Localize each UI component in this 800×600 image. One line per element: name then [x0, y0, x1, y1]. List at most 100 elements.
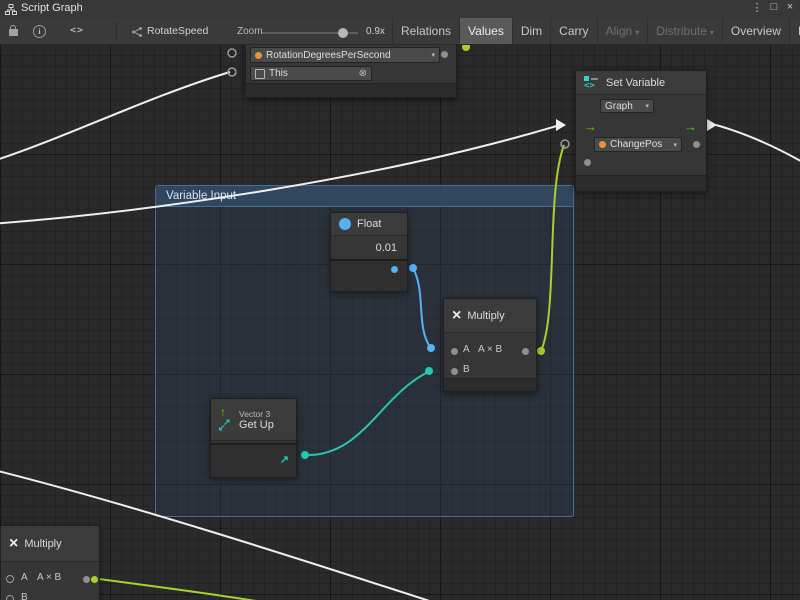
- node-title: Multiply: [24, 538, 61, 550]
- port-ring[interactable]: [228, 49, 236, 57]
- node-title: Get Up: [239, 419, 274, 431]
- maximize-icon[interactable]: □: [767, 1, 781, 13]
- node-float[interactable]: Float 0.01: [330, 212, 408, 260]
- flow-in-arrow-icon[interactable]: →: [584, 120, 597, 133]
- distribute-button[interactable]: Distribute▾: [647, 18, 722, 44]
- close-icon[interactable]: ×: [783, 1, 797, 13]
- value-port-dot: [599, 141, 606, 148]
- node-multiply-2[interactable]: × Multiply A A × B B: [0, 525, 100, 600]
- port-dot[interactable]: [522, 348, 529, 355]
- dim-button[interactable]: Dim: [512, 18, 550, 44]
- port-dot[interactable]: [584, 159, 591, 166]
- vector-output-icon[interactable]: ↗: [280, 453, 289, 466]
- value-port-dot: [255, 52, 262, 59]
- unity-visual-scripting-window: Script Graph ⋮ □ × i <> RotateSpeed Zoom…: [0, 0, 800, 600]
- lock-icon[interactable]: [9, 29, 18, 36]
- port-dot[interactable]: [693, 141, 700, 148]
- fullscreen-button[interactable]: Full Screen: [789, 18, 800, 44]
- float-output-strip[interactable]: [330, 260, 408, 292]
- port-dot[interactable]: [425, 367, 433, 375]
- wire-to-this-port[interactable]: [0, 72, 230, 162]
- port-dot[interactable]: [83, 576, 90, 583]
- wire-multiply2-out[interactable]: [92, 578, 262, 600]
- cube-icon: [255, 69, 265, 79]
- chevron-down-icon: ▾: [431, 51, 435, 59]
- wire-flow-out[interactable]: [716, 125, 800, 164]
- node-get-up[interactable]: ↑ ↗ ↗ Vector 3 Get Up: [210, 398, 297, 444]
- align-button[interactable]: Align▾: [597, 18, 648, 44]
- flow-out-arrow-icon[interactable]: →: [684, 120, 697, 133]
- port-dot[interactable]: [409, 264, 417, 272]
- node-title: Multiply: [467, 310, 504, 322]
- clear-icon[interactable]: ⊗: [359, 68, 367, 79]
- diag-arrow-icon: ↗: [218, 422, 226, 433]
- graph-canvas[interactable]: Variable Input: [0, 44, 800, 600]
- relations-button[interactable]: Relations: [392, 18, 459, 44]
- node-header[interactable]: ↑ ↗ ↗ Vector 3 Get Up: [211, 399, 296, 441]
- zoom-slider-thumb[interactable]: [338, 28, 348, 38]
- port-ring[interactable]: [6, 575, 14, 583]
- node-header[interactable]: Float: [331, 213, 407, 236]
- port-dot[interactable]: [451, 348, 458, 355]
- node-footer: [576, 175, 706, 191]
- multiply-icon: ×: [452, 308, 461, 324]
- toolbar-divider: [116, 22, 117, 40]
- script-graph-icon: [5, 3, 17, 15]
- port-dot[interactable]: [537, 347, 545, 355]
- info-icon[interactable]: i: [33, 25, 46, 38]
- toolbar-buttons: Relations Values Dim Carry Align▾ Distri…: [392, 18, 800, 44]
- port-ab-label: A × B: [478, 344, 502, 355]
- node-header[interactable]: × Multiply: [1, 526, 99, 562]
- port-dot[interactable]: [91, 576, 98, 583]
- port-dot[interactable]: [451, 368, 458, 375]
- variable-dropdown[interactable]: RotationDegreesPerSecond ▾: [250, 47, 440, 63]
- flow-port-out[interactable]: [707, 119, 717, 131]
- overview-button[interactable]: Overview: [722, 18, 789, 44]
- wire-getup-to-multiply-b[interactable]: [305, 372, 428, 455]
- port-ring[interactable]: [6, 595, 14, 600]
- variable-select-dropdown[interactable]: ChangePos ▾: [594, 137, 682, 152]
- code-icon[interactable]: <>: [70, 24, 84, 38]
- scope-label: Graph: [605, 101, 633, 112]
- float-value[interactable]: 0.01: [376, 242, 397, 254]
- port-dot[interactable]: [427, 344, 435, 352]
- node-rotation-degrees[interactable]: RotationDegreesPerSecond ▾ This ⊗: [245, 44, 457, 98]
- window-menu-icon[interactable]: ⋮: [750, 1, 764, 14]
- port-a-label: A: [463, 344, 470, 355]
- zoom-slider[interactable]: [262, 26, 358, 38]
- port-dot[interactable]: [462, 44, 470, 51]
- graph-name[interactable]: RotateSpeed: [147, 25, 208, 37]
- flow-port-in[interactable]: [556, 119, 566, 131]
- variable-name: ChangePos: [610, 139, 662, 150]
- node-header[interactable]: × Multiply: [444, 299, 536, 333]
- node-set-variable[interactable]: <> Set Variable Graph ▾ → → ChangePos ▾: [575, 70, 707, 192]
- port-dot[interactable]: [391, 266, 398, 273]
- wire-flow-in[interactable]: [0, 125, 560, 224]
- port-a-label: A: [21, 572, 28, 583]
- port-ring[interactable]: [561, 140, 569, 148]
- getup-output-strip[interactable]: ↗: [210, 444, 297, 478]
- zoom-label: Zoom: [237, 26, 263, 37]
- chevron-down-icon: ▾: [673, 141, 677, 149]
- float-type-icon: [339, 218, 351, 230]
- wire-float-to-multiply-a[interactable]: [413, 268, 430, 347]
- align-label: Align: [606, 24, 633, 38]
- target-field[interactable]: This ⊗: [250, 66, 372, 81]
- window-title: Script Graph: [21, 2, 83, 14]
- vector3-icon: ↑ ↗ ↗: [219, 407, 233, 433]
- node-title: Set Variable: [606, 77, 665, 89]
- titlebar: Script Graph ⋮ □ ×: [0, 0, 800, 19]
- node-header[interactable]: <> Set Variable: [576, 71, 706, 95]
- carry-button[interactable]: Carry: [550, 18, 596, 44]
- multiply-icon: ×: [9, 536, 18, 552]
- distribute-label: Distribute: [656, 24, 707, 38]
- zoom-value: 0.9x: [366, 26, 385, 37]
- wire-multiply-to-changepos[interactable]: [541, 145, 564, 351]
- node-multiply[interactable]: × Multiply A A × B B: [443, 298, 537, 392]
- port-b-label: B: [463, 364, 470, 375]
- port-dot[interactable]: [441, 51, 448, 58]
- port-ab-label: A × B: [37, 572, 61, 583]
- port-dot[interactable]: [301, 451, 309, 459]
- scope-dropdown[interactable]: Graph ▾: [600, 99, 654, 113]
- values-button[interactable]: Values: [459, 18, 512, 44]
